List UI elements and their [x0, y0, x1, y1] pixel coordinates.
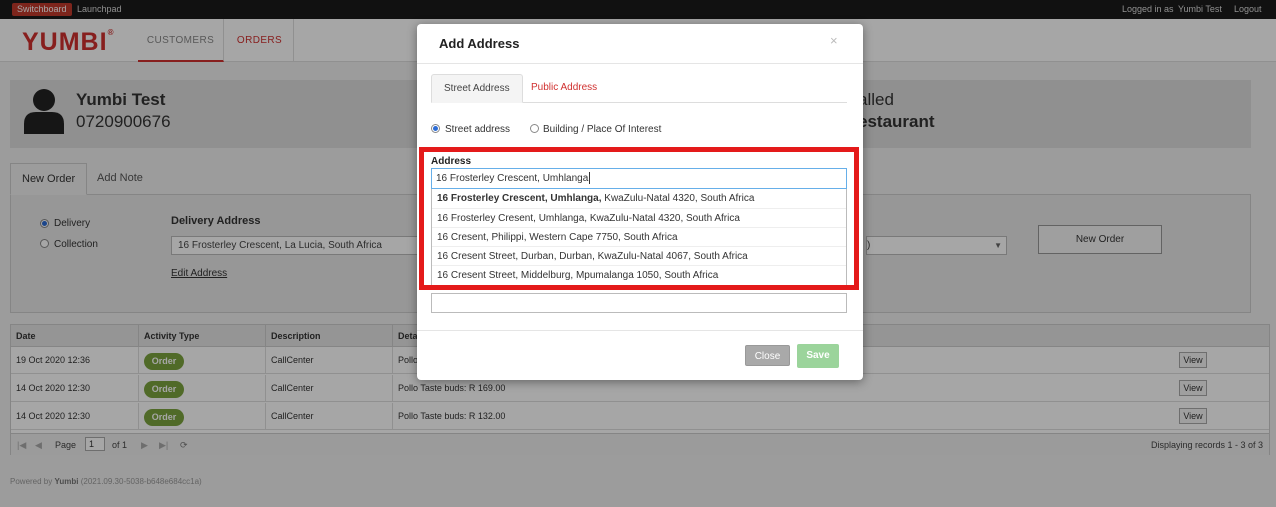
suggestion-text: KwaZulu-Natal 4320, South Africa	[601, 193, 755, 204]
address-input[interactable]: 16 Frosterley Crescent, Umhlanga	[431, 168, 847, 189]
suggestion-match: 16 Frosterley Crescent, Umhlanga,	[437, 193, 602, 204]
street-address-radio-label: Street address	[445, 124, 511, 135]
modal-divider	[417, 63, 863, 64]
close-icon[interactable]: ×	[830, 33, 838, 48]
suggestion-item[interactable]: 16 Cresent, Philippi, Western Cape 7750,…	[432, 227, 846, 246]
suggestion-item[interactable]: 16 Cresent Street, Durban, Durban, KwaZu…	[432, 246, 846, 265]
modal-footer-divider	[417, 330, 863, 331]
save-button[interactable]: Save	[797, 344, 839, 368]
tab-public-address[interactable]: Public Address	[519, 74, 609, 103]
building-radio[interactable]	[530, 124, 539, 133]
suggestion-item[interactable]: 16 Frosterley Cresent, Umhlanga, KwaZulu…	[432, 208, 846, 227]
add-address-modal: Add Address × Street Address Public Addr…	[417, 24, 863, 380]
address-input-value: 16 Frosterley Crescent, Umhlanga	[436, 173, 589, 184]
suggestion-item[interactable]: 16 Frosterley Crescent, Umhlanga, KwaZul…	[432, 189, 846, 208]
address-type-tabs: Street Address Public Address	[431, 74, 847, 103]
tab-street-address[interactable]: Street Address	[431, 74, 523, 103]
suggestion-text: 16 Cresent Street, Durban, Durban, KwaZu…	[437, 251, 748, 262]
modal-title: Add Address	[439, 36, 520, 51]
street-address-radio[interactable]	[431, 124, 440, 133]
suggestion-text: 16 Cresent, Philippi, Western Cape 7750,…	[437, 232, 678, 243]
address-label: Address	[431, 156, 472, 167]
suggestion-text: 16 Frosterley Cresent, Umhlanga, KwaZulu…	[437, 213, 740, 224]
text-caret	[589, 172, 591, 185]
suggestion-item[interactable]: 16 Cresent Street, Middelburg, Mpumalang…	[432, 265, 846, 284]
close-button[interactable]: Close	[745, 345, 790, 366]
address-suggestions: 16 Frosterley Crescent, Umhlanga, KwaZul…	[431, 189, 847, 286]
building-radio-label: Building / Place Of Interest	[543, 124, 662, 135]
suggestion-text: 16 Cresent Street, Middelburg, Mpumalang…	[437, 270, 719, 281]
secondary-address-field[interactable]	[431, 293, 847, 313]
